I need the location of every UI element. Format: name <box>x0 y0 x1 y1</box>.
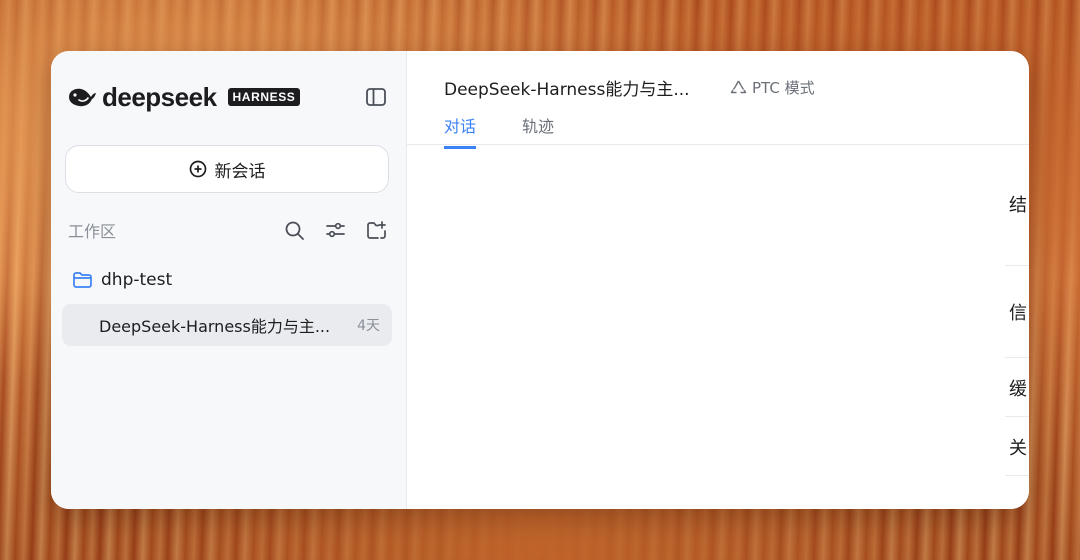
divider <box>1005 475 1029 476</box>
session-title: DeepSeek-Harness能力与主... <box>99 317 331 336</box>
sidebar: deepseek HARNESS 新会话 工作区 dhp-test DeepSe… <box>51 51 407 509</box>
session-item[interactable]: DeepSeek-Harness能力与主... 4天 <box>62 304 392 346</box>
folder-name: dhp-test <box>101 270 173 290</box>
plus-circle-icon <box>189 160 207 178</box>
new-folder-icon[interactable] <box>365 219 388 242</box>
app-window: deepseek HARNESS 新会话 工作区 dhp-test DeepSe… <box>51 51 1029 509</box>
divider <box>1005 265 1029 266</box>
clipped-text: 结 <box>1009 195 1027 216</box>
new-chat-label: 新会话 <box>214 161 266 182</box>
filter-sliders-icon[interactable] <box>324 219 347 242</box>
tab-bar: 对话 轨迹 <box>444 113 554 149</box>
tab-trajectory[interactable]: 轨迹 <box>522 113 554 149</box>
sidebar-toggle-icon[interactable] <box>364 85 388 109</box>
new-chat-button[interactable]: 新会话 <box>65 145 389 193</box>
folder-item[interactable]: dhp-test <box>72 267 172 293</box>
brand-row: deepseek HARNESS <box>67 81 388 113</box>
mode-label: PTC 模式 <box>752 79 815 97</box>
folder-icon <box>72 271 93 289</box>
workspace-header: 工作区 <box>68 217 388 243</box>
workspace-actions <box>283 219 388 242</box>
clipped-text: 关 <box>1009 438 1027 459</box>
conversation-header: DeepSeek-Harness能力与主... PTC 模式 对话 轨迹 <box>407 51 1029 149</box>
clipped-text: 信 <box>1009 303 1027 324</box>
app-logo: deepseek HARNESS <box>67 81 301 113</box>
whale-logo-icon <box>67 85 97 109</box>
divider <box>1005 357 1029 358</box>
conversation-title: DeepSeek-Harness能力与主... <box>444 80 690 100</box>
logo-badge: HARNESS <box>227 88 301 106</box>
main-panel: DeepSeek-Harness能力与主... PTC 模式 对话 轨迹 结 信… <box>407 51 1029 509</box>
recycle-icon <box>730 79 747 96</box>
clipped-text: 缓 <box>1009 379 1027 400</box>
mode-indicator: PTC 模式 <box>730 77 815 98</box>
logo-wordmark: deepseek <box>102 81 217 112</box>
search-icon[interactable] <box>283 219 306 242</box>
session-time: 4天 <box>357 318 380 334</box>
workspace-title: 工作区 <box>68 222 117 241</box>
tab-conversation[interactable]: 对话 <box>444 113 477 149</box>
divider <box>1005 416 1029 417</box>
